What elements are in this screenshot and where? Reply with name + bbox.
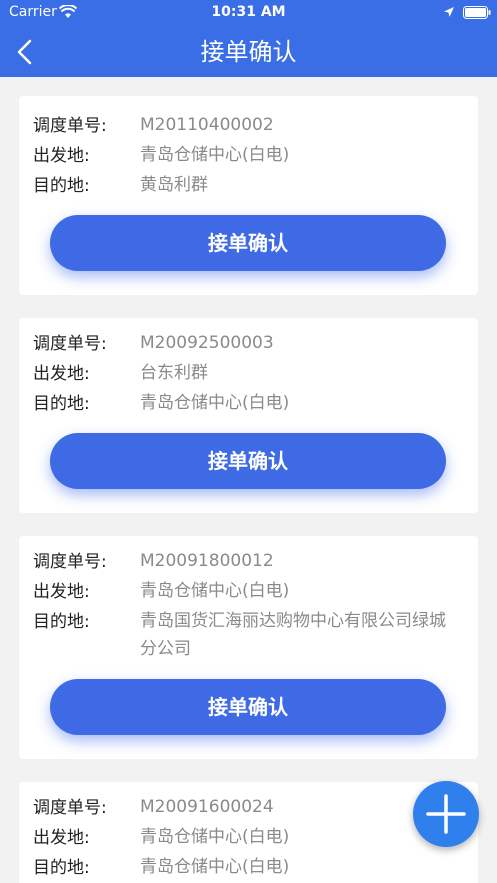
status-bar: Carrier 10:31 AM	[0, 0, 497, 26]
add-button[interactable]	[413, 781, 479, 847]
origin-value: 青岛仓储中心(白电)	[140, 581, 290, 601]
origin-label: 出发地:	[33, 364, 90, 384]
plus-icon	[426, 794, 466, 834]
origin-label: 出发地:	[33, 828, 90, 848]
navigation-header: Carrier 10:31 AM 接单确认	[0, 0, 497, 77]
destination-label: 目的地:	[33, 176, 90, 196]
order-number-label: 调度单号:	[33, 798, 107, 818]
page-title: 接单确认	[200, 38, 297, 66]
order-number-value: M20091800012	[140, 551, 274, 571]
order-number-label: 调度单号:	[33, 334, 107, 354]
order-number-value: M20092500003	[140, 333, 274, 353]
origin-value: 青岛仓储中心(白电)	[140, 827, 290, 847]
origin-value: 台东利群	[140, 363, 208, 383]
confirm-order-button[interactable]: 接单确认	[50, 433, 446, 489]
origin-value: 青岛仓储中心(白电)	[140, 145, 290, 165]
order-number-label: 调度单号:	[33, 116, 107, 136]
destination-value: 青岛仓储中心(白电)	[140, 393, 290, 413]
confirm-order-button[interactable]: 接单确认	[50, 679, 446, 735]
destination-value: 青岛国货汇海丽达购物中心有限公司绿城分公司	[140, 611, 446, 659]
battery-icon	[463, 6, 491, 19]
order-number-value: M20110400002	[140, 115, 274, 135]
destination-label: 目的地:	[33, 394, 90, 414]
destination-label: 目的地:	[33, 858, 90, 878]
destination-value: 黄岛利群	[140, 175, 208, 195]
location-arrow-icon	[444, 7, 454, 17]
order-card: 调度单号: M20091600024 出发地: 青岛仓储中心(白电) 目的地: …	[19, 782, 478, 883]
destination-label: 目的地:	[33, 612, 90, 632]
origin-label: 出发地:	[33, 582, 90, 602]
order-card: 调度单号: M20092500003 出发地: 台东利群 目的地: 青岛仓储中心…	[19, 318, 478, 513]
origin-label: 出发地:	[33, 146, 90, 166]
order-card: 调度单号: M20110400002 出发地: 青岛仓储中心(白电) 目的地: …	[19, 96, 478, 295]
destination-value: 青岛仓储中心(白电)	[140, 857, 290, 877]
order-number-label: 调度单号:	[33, 552, 107, 572]
status-time: 10:31 AM	[211, 4, 286, 20]
order-number-value: M20091600024	[140, 797, 274, 817]
confirm-order-button[interactable]: 接单确认	[50, 215, 446, 271]
order-card: 调度单号: M20091800012 出发地: 青岛仓储中心(白电) 目的地: …	[19, 536, 478, 759]
